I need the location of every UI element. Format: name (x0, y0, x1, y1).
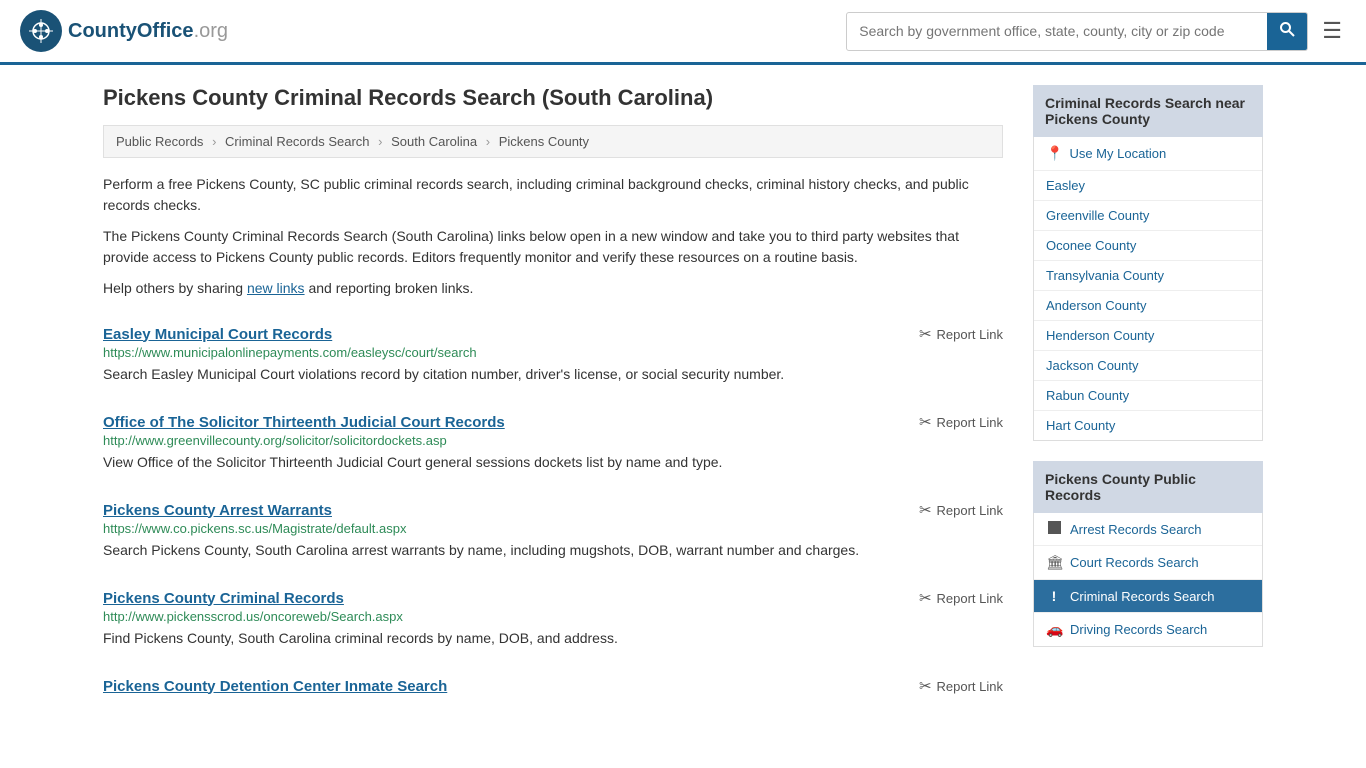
court-records-icon: 🏛 (1046, 554, 1062, 571)
result-item: Pickens County Arrest Warrants ✂ Report … (103, 501, 1003, 565)
report-link-btn[interactable]: ✂ Report Link (919, 413, 1003, 431)
scissors-icon: ✂ (919, 589, 932, 607)
breadcrumb-public-records[interactable]: Public Records (116, 134, 203, 149)
breadcrumb-current: Pickens County (499, 134, 589, 149)
result-url: http://www.greenvillecounty.org/solicito… (103, 433, 1003, 448)
sidebar-location-rabun[interactable]: Rabun County (1034, 381, 1262, 411)
driving-records-icon: 🚗 (1046, 621, 1062, 638)
result-desc: View Office of the Solicitor Thirteenth … (103, 452, 1003, 473)
arrest-records-icon (1046, 521, 1062, 537)
logo-area[interactable]: CountyOffice.org (20, 10, 228, 52)
sidebar: Criminal Records Search near Pickens Cou… (1033, 85, 1263, 725)
search-input[interactable] (847, 15, 1267, 47)
sidebar-item-arrest-records[interactable]: Arrest Records Search (1034, 513, 1262, 546)
use-my-location[interactable]: 📍 Use My Location (1034, 137, 1262, 171)
sidebar-location-transylvania[interactable]: Transylvania County (1034, 261, 1262, 291)
scissors-icon: ✂ (919, 677, 932, 695)
result-desc: Find Pickens County, South Carolina crim… (103, 628, 1003, 649)
result-item: Office of The Solicitor Thirteenth Judic… (103, 413, 1003, 477)
location-pin-icon: 📍 (1046, 145, 1063, 162)
main-container: Pickens County Criminal Records Search (… (83, 65, 1283, 745)
site-header: CountyOffice.org ☰ (0, 0, 1366, 65)
search-button[interactable] (1267, 13, 1307, 50)
sidebar-item-driving-records[interactable]: 🚗 Driving Records Search (1034, 613, 1262, 646)
sidebar-nearby-list: 📍 Use My Location Easley Greenville Coun… (1033, 137, 1263, 441)
desc-para-2: The Pickens County Criminal Records Sear… (103, 226, 1003, 268)
result-desc: Search Pickens County, South Carolina ar… (103, 540, 1003, 561)
result-title[interactable]: Pickens County Criminal Records (103, 590, 344, 607)
report-link-btn[interactable]: ✂ Report Link (919, 677, 1003, 695)
report-link-btn[interactable]: ✂ Report Link (919, 325, 1003, 343)
result-url: https://www.co.pickens.sc.us/Magistrate/… (103, 521, 1003, 536)
sidebar-location-oconee[interactable]: Oconee County (1034, 231, 1262, 261)
sidebar-records-list: Arrest Records Search 🏛 Court Records Se… (1033, 513, 1263, 647)
sidebar-location-henderson[interactable]: Henderson County (1034, 321, 1262, 351)
result-title[interactable]: Pickens County Arrest Warrants (103, 502, 332, 519)
hamburger-button[interactable]: ☰ (1318, 14, 1346, 48)
scissors-icon: ✂ (919, 501, 932, 519)
new-links-link[interactable]: new links (247, 280, 305, 296)
description: Perform a free Pickens County, SC public… (103, 174, 1003, 299)
sidebar-location-hart[interactable]: Hart County (1034, 411, 1262, 440)
result-url: http://www.pickensscrod.us/oncoreweb/Sea… (103, 609, 1003, 624)
result-desc: Search Easley Municipal Court violations… (103, 364, 1003, 385)
sidebar-item-court-records[interactable]: 🏛 Court Records Search (1034, 546, 1262, 580)
desc-para-1: Perform a free Pickens County, SC public… (103, 174, 1003, 216)
breadcrumb-criminal-records[interactable]: Criminal Records Search (225, 134, 370, 149)
content-area: Pickens County Criminal Records Search (… (103, 85, 1003, 725)
sidebar-header-nearby: Criminal Records Search near Pickens Cou… (1033, 85, 1263, 137)
sidebar-location-easley[interactable]: Easley (1034, 171, 1262, 201)
scissors-icon: ✂ (919, 325, 932, 343)
result-title[interactable]: Office of The Solicitor Thirteenth Judic… (103, 414, 505, 431)
sidebar-section-nearby: Criminal Records Search near Pickens Cou… (1033, 85, 1263, 441)
result-item: Pickens County Detention Center Inmate S… (103, 677, 1003, 701)
breadcrumb-south-carolina[interactable]: South Carolina (391, 134, 477, 149)
scissors-icon: ✂ (919, 413, 932, 431)
sidebar-location-jackson[interactable]: Jackson County (1034, 351, 1262, 381)
header-right: ☰ (846, 12, 1346, 51)
sidebar-section-records: Pickens County Public Records Arrest Rec… (1033, 461, 1263, 647)
breadcrumb: Public Records › Criminal Records Search… (103, 125, 1003, 158)
sidebar-item-criminal-records[interactable]: ! Criminal Records Search (1034, 580, 1262, 613)
page-title: Pickens County Criminal Records Search (… (103, 85, 1003, 111)
sidebar-header-records: Pickens County Public Records (1033, 461, 1263, 513)
result-url: https://www.municipalonlinepayments.com/… (103, 345, 1003, 360)
report-link-btn[interactable]: ✂ Report Link (919, 501, 1003, 519)
desc-para-3: Help others by sharing new links and rep… (103, 278, 1003, 299)
sidebar-location-anderson[interactable]: Anderson County (1034, 291, 1262, 321)
sidebar-location-greenville[interactable]: Greenville County (1034, 201, 1262, 231)
criminal-records-icon: ! (1046, 588, 1062, 604)
report-link-btn[interactable]: ✂ Report Link (919, 589, 1003, 607)
result-title[interactable]: Easley Municipal Court Records (103, 326, 332, 343)
result-title[interactable]: Pickens County Detention Center Inmate S… (103, 678, 447, 695)
result-item: Pickens County Criminal Records ✂ Report… (103, 589, 1003, 653)
logo-text: CountyOffice.org (68, 20, 228, 43)
search-bar (846, 12, 1308, 51)
result-item: Easley Municipal Court Records ✂ Report … (103, 325, 1003, 389)
logo-icon (20, 10, 62, 52)
